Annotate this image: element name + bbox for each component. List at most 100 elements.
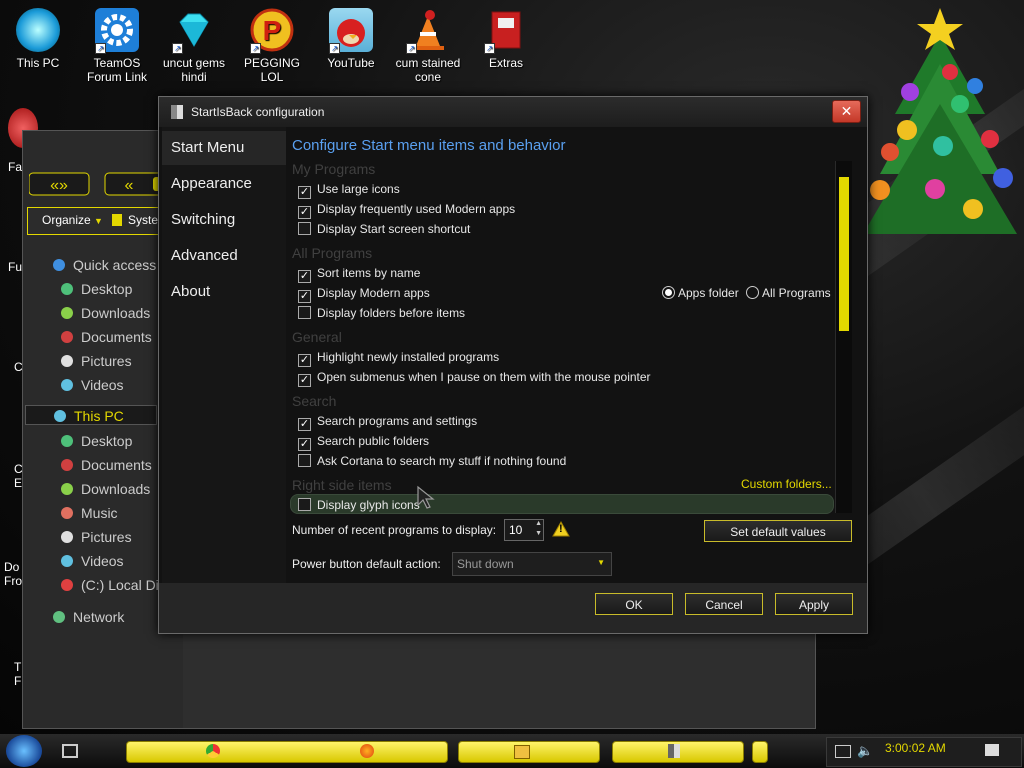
taskbar: 🔈 3:00:02 AM xyxy=(0,734,1024,768)
option-start-screen-shortcut[interactable]: Display Start screen shortcut xyxy=(298,221,470,237)
checkbox[interactable]: ✓ xyxy=(298,290,311,303)
sidebar-item-about[interactable]: About xyxy=(162,275,286,309)
chrome-icon[interactable] xyxy=(206,744,220,758)
sidebar-item-appearance[interactable]: Appearance xyxy=(162,167,286,201)
option-highlight-new[interactable]: ✓ Highlight newly installed programs xyxy=(298,349,499,367)
svg-text:P: P xyxy=(263,15,282,46)
section-all-programs: All Programs xyxy=(292,245,373,261)
documents-icon xyxy=(61,459,73,471)
dialog-titlebar[interactable]: StartIsBack configuration ✕ xyxy=(159,97,867,127)
radio-button[interactable] xyxy=(746,286,759,299)
desktop-icon-pegging[interactable]: P ↗ PEGGING LOL xyxy=(234,8,310,84)
option-search-programs[interactable]: ✓ Search programs and settings xyxy=(298,413,477,431)
checkbox[interactable]: ✓ xyxy=(298,206,311,219)
option-open-submenus[interactable]: ✓ Open submenus when I pause on them with… xyxy=(298,369,651,387)
checkbox[interactable] xyxy=(298,222,311,235)
checkbox[interactable]: ✓ xyxy=(298,354,311,367)
firefox-icon[interactable] xyxy=(360,744,374,758)
desktop-icon-label: PEGGING LOL xyxy=(243,56,300,84)
sidebar-item-start-menu[interactable]: Start Menu xyxy=(162,131,286,165)
scrollbar-thumb[interactable] xyxy=(839,177,849,331)
checkbox[interactable]: ✓ xyxy=(298,270,311,283)
nav-videos[interactable]: Videos xyxy=(61,551,124,571)
music-icon xyxy=(61,507,73,519)
monitor-icon xyxy=(16,8,60,52)
nav-pictures[interactable]: Pictures xyxy=(61,351,132,371)
stepper-up-icon[interactable]: ▲ xyxy=(535,520,542,527)
explorer-toolbar: Organize ▼ Syste xyxy=(27,207,165,235)
radio-apps-folder[interactable]: Apps folder xyxy=(662,285,739,301)
desktop-icon-cone[interactable]: ↗ cum stained cone xyxy=(390,8,466,84)
desktop-icon xyxy=(61,283,73,295)
cancel-button[interactable]: Cancel xyxy=(685,593,763,615)
close-button[interactable]: ✕ xyxy=(832,100,861,123)
desktop-icon-teamos[interactable]: ↗ TeamOS Forum Link xyxy=(79,8,155,84)
nav-this-pc[interactable]: This PC xyxy=(25,405,157,425)
option-use-large-icons[interactable]: ✓ Use large icons xyxy=(298,181,400,199)
checkbox[interactable] xyxy=(298,454,311,467)
start-button[interactable] xyxy=(6,735,42,767)
option-ask-cortana[interactable]: Ask Cortana to search my stuff if nothin… xyxy=(298,453,566,469)
radio-button[interactable] xyxy=(662,286,675,299)
custom-folders-link[interactable]: Custom folders... xyxy=(741,477,832,491)
nav-quick-access[interactable]: Quick access xyxy=(53,255,156,275)
nav-music[interactable]: Music xyxy=(61,503,118,523)
option-glyph-icons[interactable]: Display glyph icons xyxy=(298,497,420,513)
power-action-select[interactable]: Shut down ▼ xyxy=(452,552,612,576)
checkbox[interactable]: ✓ xyxy=(298,438,311,451)
sidebar-item-switching[interactable]: Switching xyxy=(162,203,286,237)
section-search: Search xyxy=(292,393,337,409)
nav-videos[interactable]: Videos xyxy=(61,375,124,395)
explorer-nav-buttons[interactable]: «» « xyxy=(28,171,180,197)
desktop-icon-youtube[interactable]: ↗ YouTube xyxy=(313,8,389,70)
radio-all-programs[interactable]: All Programs xyxy=(746,285,831,301)
warning-icon: ! xyxy=(552,520,570,542)
option-search-public[interactable]: ✓ Search public folders xyxy=(298,433,429,451)
app-icon xyxy=(668,744,680,758)
dialog-footer: OK Cancel Apply xyxy=(159,583,867,633)
desktop-icon-this-pc[interactable]: This PC xyxy=(0,8,76,70)
tray-area: 🔈 3:00:02 AM xyxy=(826,737,1022,767)
recent-programs-stepper[interactable]: 10 ▲ ▼ xyxy=(504,519,544,541)
nav-downloads[interactable]: Downloads xyxy=(61,479,150,499)
volume-icon[interactable]: 🔈 xyxy=(857,743,873,759)
option-frequent-modern-apps[interactable]: ✓ Display frequently used Modern apps xyxy=(298,201,515,219)
nav-network[interactable]: Network xyxy=(53,607,124,627)
checkbox[interactable]: ✓ xyxy=(298,186,311,199)
clock[interactable]: 3:00:02 AM xyxy=(885,741,946,755)
ok-button[interactable]: OK xyxy=(595,593,673,615)
option-folders-before-items[interactable]: Display folders before items xyxy=(298,305,465,321)
organize-button[interactable]: Organize ▼ xyxy=(42,213,103,227)
startisback-config-dialog[interactable]: StartIsBack configuration ✕ Start Menu A… xyxy=(158,96,868,634)
nav-documents[interactable]: Documents xyxy=(61,455,152,475)
task-view-icon[interactable] xyxy=(62,744,78,758)
nav-documents[interactable]: Documents xyxy=(61,327,152,347)
page-title: Configure Start menu items and behavior xyxy=(292,137,566,154)
nav-desktop[interactable]: Desktop xyxy=(61,431,132,451)
angry-bird-icon: ↗ xyxy=(329,8,373,54)
recent-programs-value[interactable]: 10 xyxy=(509,523,522,537)
desktop-icon-uncut-gems[interactable]: ↗ uncut gems hindi xyxy=(156,8,232,84)
scrollbar[interactable] xyxy=(835,161,852,513)
stepper-down-icon[interactable]: ▼ xyxy=(535,530,542,537)
system-button-partial[interactable]: Syste xyxy=(112,213,158,227)
desktop-icon-label: Extras xyxy=(488,56,523,70)
set-default-values-button[interactable]: Set default values xyxy=(704,520,852,542)
checkbox[interactable]: ✓ xyxy=(298,418,311,431)
nav-desktop[interactable]: Desktop xyxy=(61,279,132,299)
network-tray-icon[interactable] xyxy=(835,745,851,758)
drive-icon xyxy=(61,579,73,591)
apply-button[interactable]: Apply xyxy=(775,593,853,615)
checkbox[interactable]: ✓ xyxy=(298,374,311,387)
gear-icon: ↗ xyxy=(95,8,139,54)
sidebar-item-advanced[interactable]: Advanced xyxy=(162,239,286,273)
notifications-icon[interactable] xyxy=(985,744,999,756)
nav-local-disk[interactable]: (C:) Local Dis xyxy=(61,575,166,595)
nav-pictures[interactable]: Pictures xyxy=(61,527,132,547)
checkbox[interactable] xyxy=(298,306,311,319)
desktop-icon-extras[interactable]: ↗ Extras xyxy=(468,8,544,70)
checkbox[interactable] xyxy=(298,498,311,511)
nav-downloads[interactable]: Downloads xyxy=(61,303,150,323)
option-display-modern-apps[interactable]: ✓ Display Modern apps xyxy=(298,285,430,303)
option-sort-by-name[interactable]: ✓ Sort items by name xyxy=(298,265,420,283)
